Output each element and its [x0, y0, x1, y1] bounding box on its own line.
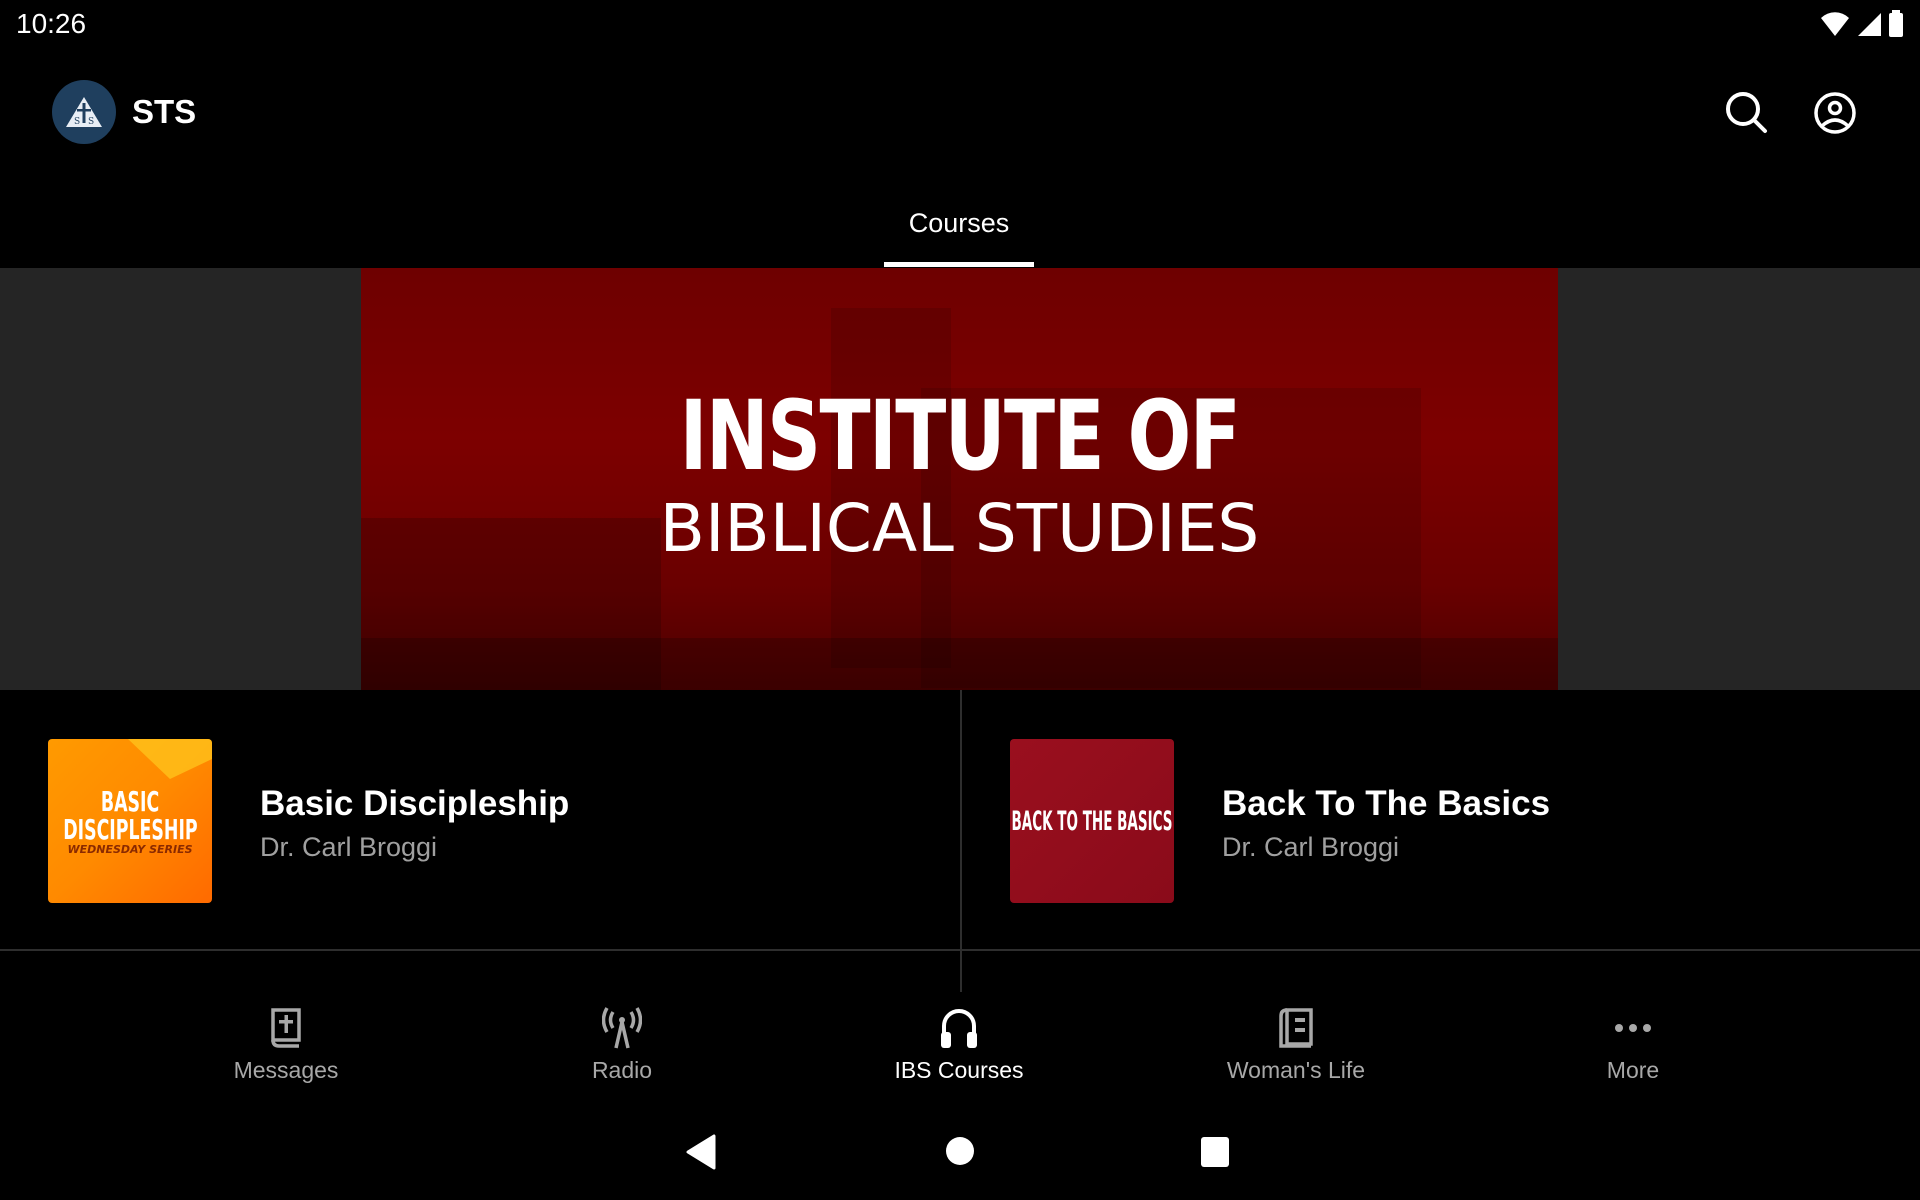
course-card-back-to-the-basics[interactable]: BACK TO THE BASICS Back To The Basics Dr… — [962, 690, 1920, 950]
thumb-text-2: DISCIPLESHIP — [62, 812, 198, 846]
course-thumbnail: BACK TO THE BASICS — [1010, 739, 1174, 903]
course-card-basic-discipleship[interactable]: BASIC DISCIPLESHIP WEDNESDAY SERIES Basi… — [0, 690, 960, 950]
nav-messages[interactable]: Messages — [186, 1005, 386, 1105]
wifi-icon — [1821, 12, 1849, 37]
banner-title: INSTITUTE OF — [679, 380, 1241, 492]
headphones-icon — [941, 1009, 977, 1048]
thumb-decoration — [128, 739, 212, 779]
course-thumbnail: BASIC DISCIPLESHIP WEDNESDAY SERIES — [48, 739, 212, 903]
thumb-text-1: BACK TO THE BASICS — [1011, 805, 1173, 837]
svg-text:S: S — [88, 117, 94, 127]
account-button[interactable] — [1810, 88, 1860, 138]
radio-tower-icon — [602, 1007, 642, 1049]
nav-label: Woman's Life — [1226, 1057, 1366, 1083]
nav-label: More — [1606, 1057, 1660, 1083]
tab-courses[interactable]: Courses — [884, 200, 1034, 266]
system-back-button[interactable] — [684, 1134, 718, 1175]
nav-more[interactable]: More — [1533, 1005, 1733, 1105]
banner-image[interactable]: INSTITUTE OF BIBLICAL STUDIES — [361, 268, 1558, 690]
status-icons — [1820, 10, 1904, 38]
signal-icon — [1858, 13, 1881, 36]
svg-text:S: S — [74, 117, 80, 127]
card-divider-vertical — [960, 690, 962, 992]
nav-radio[interactable]: Radio — [522, 1005, 722, 1105]
course-title: Basic Discipleship — [260, 784, 570, 823]
nav-ibs-courses[interactable]: IBS Courses — [859, 1005, 1059, 1105]
book-icon — [1279, 1008, 1313, 1048]
nav-label: IBS Courses — [894, 1057, 1024, 1083]
account-icon — [1814, 92, 1856, 134]
card-divider-horizontal — [0, 949, 1920, 951]
bible-icon — [271, 1008, 301, 1048]
home-circle-icon — [946, 1137, 974, 1165]
search-button[interactable] — [1722, 88, 1772, 138]
battery-icon — [1889, 10, 1903, 37]
nav-label: Radio — [591, 1057, 653, 1083]
tab-courses-label: Courses — [908, 208, 1010, 238]
thumb-text-1: BASIC — [100, 784, 160, 818]
recents-square-icon — [1201, 1137, 1229, 1167]
banner-subtitle: BIBLICAL STUDIES — [659, 490, 1260, 567]
banner-carousel[interactable]: INSTITUTE OF BIBLICAL STUDIES — [0, 268, 1920, 690]
search-icon — [1726, 92, 1767, 133]
sts-logo-icon: S S — [66, 97, 102, 127]
course-author: Dr. Carl Broggi — [1222, 832, 1400, 862]
system-home-button[interactable] — [943, 1134, 977, 1173]
course-author: Dr. Carl Broggi — [260, 832, 438, 862]
app-title: STS — [132, 93, 197, 130]
nav-label: Messages — [233, 1057, 339, 1083]
more-icon — [1615, 1024, 1651, 1032]
course-title: Back To The Basics — [1222, 784, 1551, 823]
system-recents-button[interactable] — [1200, 1136, 1230, 1173]
app-logo[interactable]: S S — [52, 80, 116, 144]
nav-womans-life[interactable]: Woman's Life — [1196, 1005, 1396, 1105]
tab-indicator — [884, 262, 1034, 267]
status-time: 10:26 — [16, 8, 87, 39]
back-triangle-icon — [686, 1134, 716, 1170]
